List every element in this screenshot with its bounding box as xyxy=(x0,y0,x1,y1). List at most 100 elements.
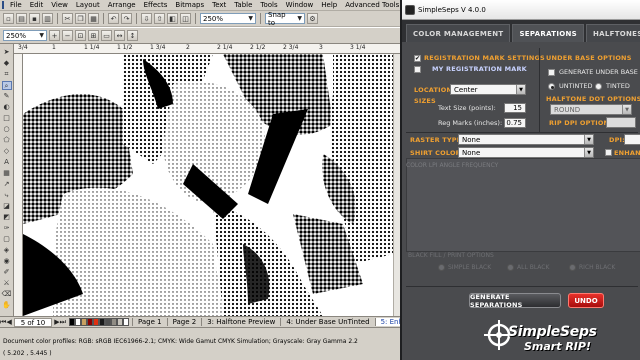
zoom-height-icon[interactable]: ↕ xyxy=(127,30,138,41)
menu-effects[interactable]: Effects xyxy=(140,1,172,9)
pick-tool-icon[interactable]: ➤ xyxy=(2,48,12,57)
zoom-width-icon[interactable]: ↔ xyxy=(114,30,125,41)
zoom-page-icon[interactable]: ▭ xyxy=(101,30,112,41)
reg-marks-size-input[interactable]: 0.75 xyxy=(504,118,526,128)
rectangle-tool-icon[interactable]: □ xyxy=(2,114,12,123)
open-folder-icon[interactable]: ▤ xyxy=(16,13,27,24)
interactive-fill-icon[interactable]: ◉ xyxy=(2,257,12,266)
horizontal-ruler[interactable]: 3/4 1 1 1/4 1 1/2 1 3/4 2 2 1/4 2 1/2 2 … xyxy=(14,44,400,54)
import-icon[interactable]: ⇩ xyxy=(141,13,152,24)
menu-arrange[interactable]: Arrange xyxy=(104,1,140,9)
property-zoom-dropdown[interactable]: 250% ▼ xyxy=(3,30,47,41)
fill-tool-icon[interactable]: ◈ xyxy=(2,246,12,255)
separations-color-grid[interactable] xyxy=(406,158,640,252)
color-profiles-status[interactable]: Document color profiles: RGB: sRGB IEC61… xyxy=(3,338,358,345)
last-page-icon[interactable]: ⏭ xyxy=(60,318,66,327)
menu-layout[interactable]: Layout xyxy=(72,1,104,9)
eraser-tool-icon[interactable]: ⌫ xyxy=(2,290,12,299)
shape-tool-icon[interactable]: ◆ xyxy=(2,59,12,68)
basic-shapes-icon[interactable]: ◇ xyxy=(2,147,12,156)
zoom-tool-icon[interactable]: ⌕ xyxy=(1,81,12,90)
my-registration-mark-checkbox[interactable] xyxy=(414,66,421,73)
tab-separations[interactable]: SEPARATIONS xyxy=(512,24,584,42)
undo-icon[interactable]: ↶ xyxy=(108,13,119,24)
zoom-level-dropdown[interactable]: 250% ▼ xyxy=(200,13,256,24)
page-tab-1[interactable]: Page 1 xyxy=(131,318,167,326)
simple-black-radio[interactable] xyxy=(438,264,445,271)
menu-window[interactable]: Window xyxy=(282,1,318,9)
drawing-canvas[interactable] xyxy=(23,54,393,316)
export-icon[interactable]: ⇧ xyxy=(154,13,165,24)
cut-icon[interactable]: ✂ xyxy=(62,13,73,24)
page-tab-5[interactable]: 5: Enhanced Trans. W xyxy=(374,318,400,326)
raster-type-dropdown[interactable]: None ▼ xyxy=(458,134,594,145)
save-icon[interactable]: ▪ xyxy=(29,13,40,24)
palette-swatch[interactable] xyxy=(122,318,129,326)
outline-tool-icon[interactable]: ▢ xyxy=(2,235,12,244)
dimension-tool-icon[interactable]: ↗ xyxy=(2,180,12,189)
menu-text[interactable]: Text xyxy=(208,1,230,9)
tinted-radio[interactable] xyxy=(595,83,602,90)
all-black-radio[interactable] xyxy=(507,264,514,271)
smart-drawing-icon[interactable]: ✐ xyxy=(2,268,12,277)
smart-fill-icon[interactable]: ◐ xyxy=(2,103,12,112)
crop-tool-icon[interactable]: ⌗ xyxy=(2,70,12,79)
untinted-radio[interactable] xyxy=(548,83,555,90)
new-document-icon[interactable]: ▫ xyxy=(3,13,14,24)
prev-page-icon[interactable]: ◀ xyxy=(6,318,11,326)
menu-view[interactable]: View xyxy=(47,1,72,9)
registration-settings-checkbox[interactable]: ✔ xyxy=(414,55,421,62)
dpi-input[interactable] xyxy=(624,134,640,145)
vertical-ruler[interactable] xyxy=(14,54,23,316)
redo-icon[interactable]: ↷ xyxy=(121,13,132,24)
blend-tool-icon[interactable]: ◪ xyxy=(2,202,12,211)
print-icon[interactable]: ▥ xyxy=(42,13,53,24)
generate-under-base-checkbox[interactable] xyxy=(548,69,555,76)
copy-icon[interactable]: ❐ xyxy=(75,13,86,24)
shirt-color-dropdown[interactable]: None ▼ xyxy=(458,147,594,158)
zoom-all-icon[interactable]: ⊞ xyxy=(88,30,99,41)
menu-help[interactable]: Help xyxy=(317,1,341,9)
freehand-tool-icon[interactable]: ✎ xyxy=(2,92,12,101)
menu-edit[interactable]: Edit xyxy=(26,1,48,9)
menu-tools[interactable]: Tools xyxy=(256,1,281,9)
halftone-dot-dropdown[interactable]: ROUND ▼ xyxy=(550,104,632,115)
text-tool-icon[interactable]: A xyxy=(2,158,12,167)
menu-table[interactable]: Table xyxy=(230,1,256,9)
zoom-selected-icon[interactable]: ⊡ xyxy=(75,30,86,41)
tab-halftones-trapping[interactable]: HALFTONES TRAPPING & C xyxy=(585,24,640,42)
zoom-out-icon[interactable]: − xyxy=(62,30,73,41)
tab-color-management[interactable]: COLOR MANAGEMENT xyxy=(406,24,511,42)
snap-to-dropdown[interactable]: Snap to ▼ xyxy=(265,11,305,27)
pan-tool-icon[interactable]: ✋ xyxy=(2,301,12,310)
page-tab-3[interactable]: 3: Halftone Preview xyxy=(201,318,280,326)
transparency-tool-icon[interactable]: ◩ xyxy=(2,213,12,222)
knife-tool-icon[interactable]: ⚔ xyxy=(2,279,12,288)
corel-app-icon[interactable] xyxy=(2,1,4,9)
rich-black-radio[interactable] xyxy=(569,264,576,271)
paste-icon[interactable]: ▦ xyxy=(88,13,99,24)
menu-advanced-tools[interactable]: Advanced Tools xyxy=(341,1,403,9)
rip-dpi-dropdown[interactable] xyxy=(606,117,636,128)
menu-file[interactable]: File xyxy=(6,1,26,9)
simpleseps-tabs: COLOR MANAGEMENT SEPARATIONS HALFTONES T… xyxy=(402,20,640,42)
generate-separations-button[interactable]: GENERATE SEPARATIONS xyxy=(469,293,561,309)
options-icon[interactable]: ⚙ xyxy=(307,13,318,24)
polygon-tool-icon[interactable]: ⬠ xyxy=(2,136,12,145)
connector-tool-icon[interactable]: ⤷ xyxy=(2,191,12,200)
ellipse-tool-icon[interactable]: ○ xyxy=(2,125,12,134)
location-dropdown[interactable]: Center ▼ xyxy=(450,84,526,95)
table-tool-icon[interactable]: ▦ xyxy=(2,169,12,178)
text-size-input[interactable]: 15 xyxy=(504,103,526,113)
vertical-scrollbar[interactable] xyxy=(393,54,400,316)
zoom-in-icon[interactable]: + xyxy=(49,30,60,41)
application-launcher-icon[interactable]: ◧ xyxy=(167,13,178,24)
page-tab-4[interactable]: 4: Under Base UnTinted xyxy=(280,318,374,326)
undo-button[interactable]: UNDO xyxy=(568,293,604,308)
enhanced-checkbox[interactable] xyxy=(605,149,612,156)
simpleseps-titlebar[interactable]: SimpleSeps V 4.0.0 xyxy=(402,0,640,20)
eyedropper-tool-icon[interactable]: ✑ xyxy=(2,224,12,233)
menu-bitmaps[interactable]: Bitmaps xyxy=(171,1,208,9)
welcome-screen-icon[interactable]: ◫ xyxy=(180,13,191,24)
page-tab-2[interactable]: Page 2 xyxy=(166,318,202,326)
